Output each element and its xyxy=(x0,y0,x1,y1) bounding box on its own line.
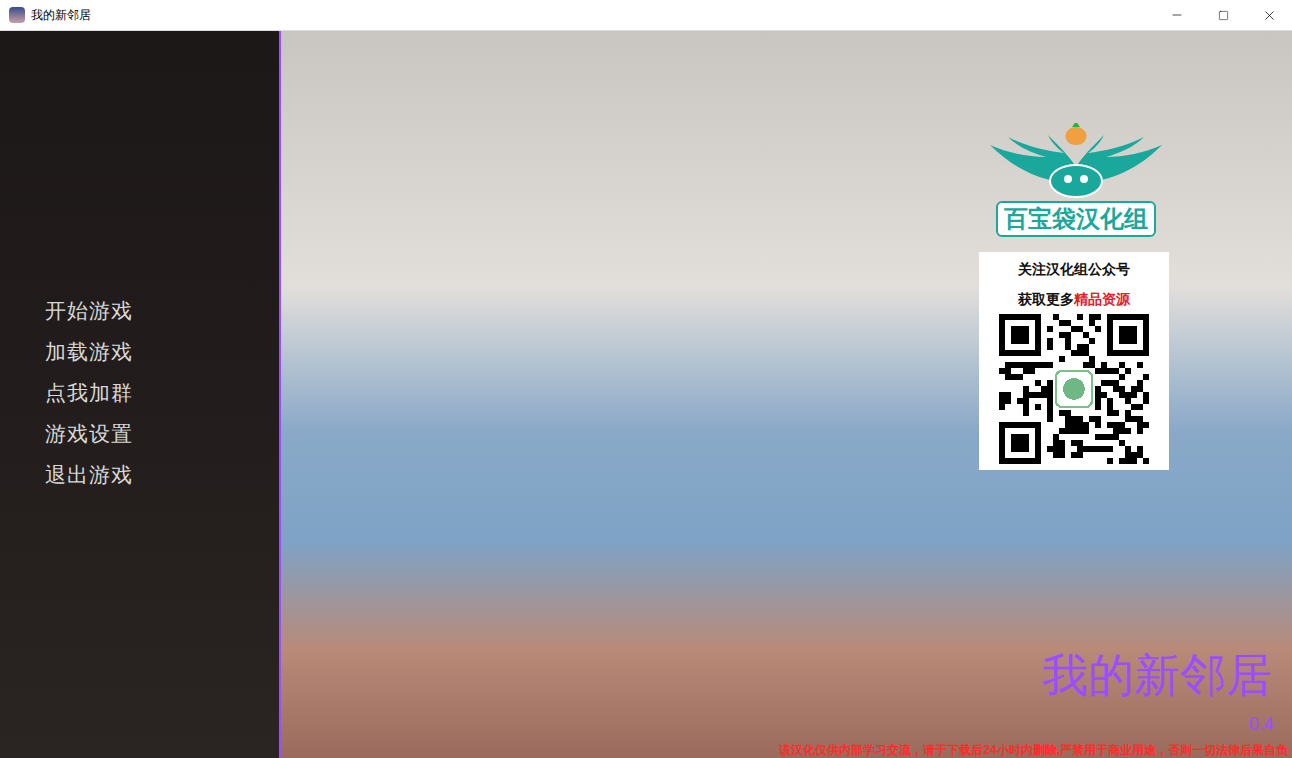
game-screen: 开始游戏加载游戏点我加群游戏设置退出游戏百宝袋汉化组关注汉化组公众号获取更多精品… xyxy=(0,31,1292,758)
main-menu-panel: 开始游戏加载游戏点我加群游戏设置退出游戏 xyxy=(0,31,281,758)
game-title: 我的新邻居 xyxy=(1042,648,1272,702)
game-version: 0.4 xyxy=(1249,713,1274,735)
wings-logo-icon xyxy=(988,123,1164,205)
title-bar: 我的新邻居 xyxy=(0,0,1292,31)
minimize-icon xyxy=(1170,8,1184,22)
minimize-button[interactable] xyxy=(1154,0,1200,31)
close-button[interactable] xyxy=(1246,0,1292,31)
disclaimer: 该汉化仅供内部学习交流，请于下载后24小时内删除,严禁用于商业用途，否则一切法律… xyxy=(779,743,1288,757)
watermark-group-name: 百宝袋汉化组 xyxy=(996,201,1156,237)
app-icon xyxy=(9,7,25,23)
qr-code-icon xyxy=(999,314,1149,464)
app-window: 我的新邻居开始游戏加载游戏点我加群游戏设置退出游戏百宝袋汉化组关注汉化组公众号获… xyxy=(0,0,1292,758)
maximize-icon xyxy=(1218,10,1229,21)
window-title: 我的新邻居 xyxy=(31,6,91,24)
menu-item[interactable]: 游戏设置 xyxy=(45,420,279,448)
watermark-logo: 百宝袋汉化组 xyxy=(986,123,1166,237)
maximize-button[interactable] xyxy=(1200,0,1246,31)
menu-item[interactable]: 退出游戏 xyxy=(45,461,279,489)
scene-area: 百宝袋汉化组关注汉化组公众号获取更多精品资源我的新邻居 0.4 该汉化仅供内部学习交… xyxy=(281,31,1292,758)
menu-item[interactable]: 加载游戏 xyxy=(45,338,279,366)
watermark-line: 关注汉化组公众号 xyxy=(1018,254,1130,284)
watermark-qr-card: 关注汉化组公众号获取更多精品资源 xyxy=(979,252,1169,470)
close-icon xyxy=(1262,8,1277,23)
menu-item[interactable]: 点我加群 xyxy=(45,379,279,407)
menu-item[interactable]: 开始游戏 xyxy=(45,297,279,325)
watermark-line: 获取更多精品资源 xyxy=(1018,284,1130,314)
